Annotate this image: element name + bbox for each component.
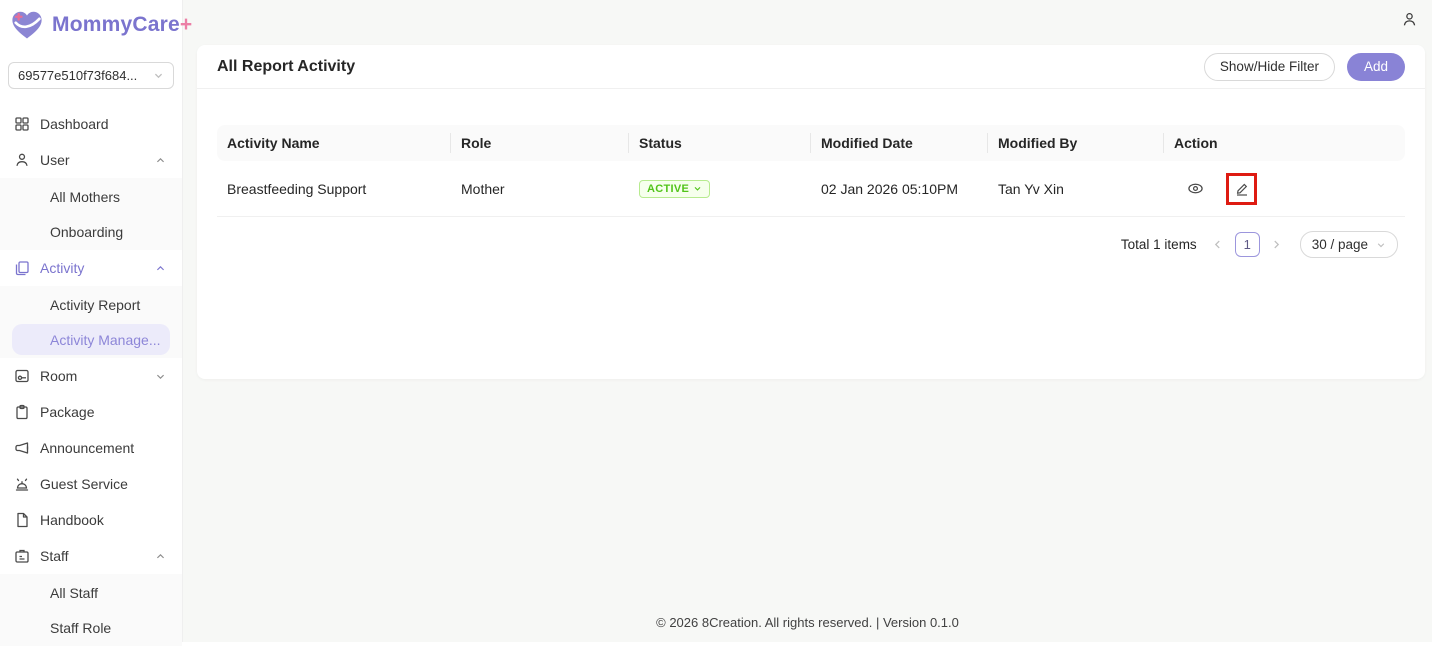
card-header: All Report Activity Show/Hide Filter Add: [197, 45, 1425, 89]
chevron-left-icon: [1212, 239, 1223, 250]
footer-copyright: © 2026 8Creation. All rights reserved. |…: [183, 615, 1432, 630]
column-header-modified-date: Modified Date: [811, 125, 988, 161]
sidebar-item-all-mothers[interactable]: All Mothers: [0, 179, 182, 214]
sidebar-item-announcement[interactable]: Announcement: [0, 430, 182, 466]
sidebar-item-user[interactable]: User: [0, 142, 182, 178]
cell-role: Mother: [451, 181, 629, 197]
highlight-box: [1226, 173, 1257, 205]
sidebar-item-package[interactable]: Package: [0, 394, 182, 430]
sidebar-item-activity-report[interactable]: Activity Report: [0, 287, 182, 322]
organization-select[interactable]: 69577e510f73f684...: [8, 62, 174, 89]
column-header-status: Status: [629, 125, 811, 161]
chevron-down-icon: [155, 371, 166, 382]
pagination: Total 1 items 1 30 / page: [217, 231, 1405, 258]
page-title: All Report Activity: [217, 58, 355, 76]
clipboard-icon: [14, 404, 30, 420]
show-hide-filter-button[interactable]: Show/Hide Filter: [1204, 53, 1335, 81]
sidebar-item-staff[interactable]: Staff: [0, 538, 182, 574]
cell-status: ACTIVE: [629, 180, 811, 198]
sidebar-item-guest-service[interactable]: Guest Service: [0, 466, 182, 502]
file-icon: [14, 512, 30, 528]
sidebar-item-onboarding[interactable]: Onboarding: [0, 214, 182, 249]
cell-activity-name: Breastfeeding Support: [217, 181, 451, 197]
heart-logo-icon: [9, 8, 45, 42]
pagination-total: Total 1 items: [1121, 237, 1197, 252]
sidebar: MommyCare+ 69577e510f73f684... Dashboard: [0, 0, 183, 642]
cell-modified-date: 02 Jan 2026 05:10PM: [811, 181, 988, 197]
id-badge-icon: [14, 548, 30, 564]
cell-action: [1164, 173, 1405, 205]
submenu-activity: Activity Report Activity Manage...: [0, 286, 182, 358]
account-button[interactable]: [1398, 8, 1420, 30]
sidebar-item-dashboard[interactable]: Dashboard: [0, 106, 182, 142]
page-number-button[interactable]: 1: [1235, 232, 1260, 257]
user-avatar-icon: [1401, 11, 1418, 28]
sidebar-item-activity-management[interactable]: Activity Manage...: [12, 324, 170, 355]
copy-icon: [14, 260, 30, 276]
chevron-down-icon: [1376, 240, 1386, 250]
organization-select-value: 69577e510f73f684...: [18, 68, 137, 83]
brand-name: MommyCare+: [52, 13, 192, 37]
status-badge[interactable]: ACTIVE: [639, 180, 710, 198]
sidebar-menu: Dashboard User All Mothers Onboarding: [0, 106, 182, 646]
cell-modified-by: Tan Yv Xin: [988, 181, 1164, 197]
edit-button[interactable]: [1234, 181, 1250, 197]
service-bell-icon: [14, 476, 30, 492]
view-button[interactable]: [1187, 180, 1204, 197]
chevron-down-icon: [153, 70, 164, 81]
column-header-modified-by: Modified By: [988, 125, 1164, 161]
sidebar-item-all-staff[interactable]: All Staff: [0, 575, 182, 610]
page-size-select[interactable]: 30 / page: [1300, 231, 1398, 258]
submenu-user: All Mothers Onboarding: [0, 178, 182, 250]
previous-page-button[interactable]: [1209, 236, 1227, 254]
add-button[interactable]: Add: [1347, 53, 1405, 81]
dashboard-grid-icon: [14, 116, 30, 132]
sidebar-item-activity[interactable]: Activity: [0, 250, 182, 286]
table-header-row: Activity Name Role Status Modified Date …: [217, 125, 1405, 161]
report-activity-card: All Report Activity Show/Hide Filter Add…: [197, 45, 1425, 379]
column-header-action: Action: [1164, 125, 1405, 161]
room-control-icon: [14, 368, 30, 384]
chevron-up-icon: [155, 263, 166, 274]
sidebar-item-room[interactable]: Room: [0, 358, 182, 394]
submenu-staff: All Staff Staff Role: [0, 574, 182, 646]
chevron-right-icon: [1271, 239, 1282, 250]
sidebar-item-handbook[interactable]: Handbook: [0, 502, 182, 538]
next-page-button[interactable]: [1268, 236, 1286, 254]
chevron-up-icon: [155, 551, 166, 562]
column-header-role: Role: [451, 125, 629, 161]
eye-icon: [1187, 180, 1204, 197]
chevron-down-icon: [693, 184, 702, 193]
sidebar-item-staff-role[interactable]: Staff Role: [0, 610, 182, 645]
megaphone-icon: [14, 440, 30, 456]
brand-logo: MommyCare+: [0, 0, 182, 42]
column-header-activity-name: Activity Name: [217, 125, 451, 161]
chevron-up-icon: [155, 155, 166, 166]
edit-pencil-icon: [1234, 181, 1250, 197]
table-row: Breastfeeding Support Mother ACTIVE 02 J…: [217, 161, 1405, 217]
user-icon: [14, 152, 30, 168]
